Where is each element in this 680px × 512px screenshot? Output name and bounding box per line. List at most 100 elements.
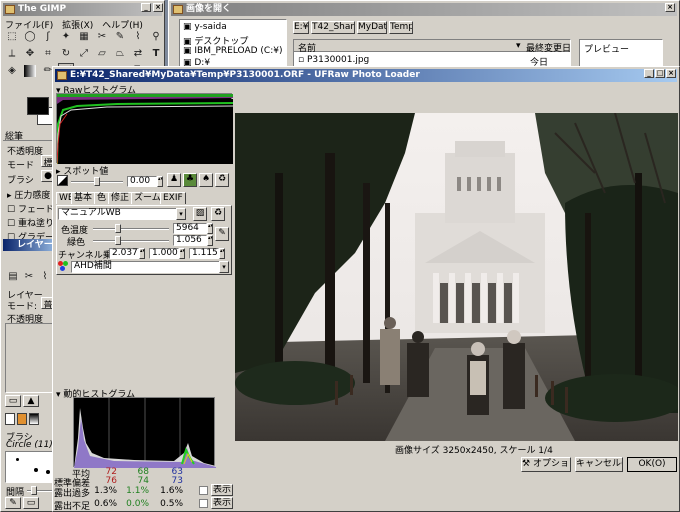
channel-green-spinner[interactable]: 1.000 <box>149 248 179 259</box>
tab-correction[interactable]: 修正 <box>108 192 133 204</box>
green-slider-knob[interactable] <box>115 236 121 245</box>
ufraw-minimize-button[interactable]: _ <box>644 69 654 78</box>
brush-dot[interactable] <box>16 458 19 461</box>
path-button-temp[interactable]: Temp <box>389 21 413 34</box>
photo-preview[interactable] <box>235 113 678 441</box>
ok-button[interactable]: OK(O) <box>627 457 677 472</box>
layers-tab-icon[interactable]: ▤ <box>5 269 21 285</box>
ufraw-maximize-button[interactable]: □ <box>655 69 665 78</box>
temperature-slider-knob[interactable] <box>115 224 121 233</box>
tab-color[interactable]: 色 <box>94 192 110 204</box>
path-button-mydata[interactable]: MyData <box>357 21 387 34</box>
blend-tool-icon[interactable] <box>24 65 36 77</box>
auto-exposure-button[interactable]: ♟ <box>167 173 181 187</box>
green-spinner[interactable]: 1.056 <box>173 235 207 246</box>
spot-wb-button[interactable]: ✎ <box>215 227 229 241</box>
curve-tool-button[interactable]: ♠ <box>199 173 213 187</box>
green-spin-arrows[interactable]: ▴▾ <box>207 235 213 246</box>
color-picker-tool-icon[interactable]: ⌇ <box>130 29 146 45</box>
options-button[interactable]: ⚒ オプション <box>521 457 571 472</box>
reset-exposure-button[interactable]: ♻ <box>215 173 229 187</box>
wb-pick-button[interactable]: ▨ <box>193 207 207 221</box>
foreground-color-swatch-front[interactable] <box>27 97 49 115</box>
color-select-tool-icon[interactable]: ▦ <box>76 29 92 45</box>
cancel-button[interactable]: キャンセル(C) <box>575 457 623 472</box>
open-dialog-close-button[interactable]: × <box>665 3 675 12</box>
channel-blue-spin-arrows[interactable]: ▴▾ <box>219 248 225 259</box>
gimp-close-button[interactable]: × <box>153 3 163 12</box>
channel-green-spin-arrows[interactable]: ▴▾ <box>179 248 185 259</box>
brush-gradient-swatch[interactable] <box>29 413 39 425</box>
exposure-spin-arrows[interactable]: ▴▾ <box>157 176 163 187</box>
measure-tool-icon[interactable]: ⟂ <box>4 46 20 62</box>
show-underexposed-checkbox[interactable] <box>199 499 208 508</box>
rect-select-tool-icon[interactable]: ⬚ <box>4 29 20 45</box>
gimp-minimize-button[interactable]: _ <box>141 3 151 12</box>
move-tool-icon[interactable]: ✥ <box>22 46 38 62</box>
rotate-tool-icon[interactable]: ↻ <box>58 46 74 62</box>
temperature-spin-arrows[interactable]: ▴▾ <box>207 223 213 234</box>
spacing-slider[interactable] <box>27 486 55 495</box>
exposure-slider[interactable] <box>71 177 123 186</box>
channels-tab-icon[interactable]: ✂ <box>21 269 37 285</box>
crop-tool-icon[interactable]: ⌗ <box>40 46 56 62</box>
scale-tool-icon[interactable]: ⤢ <box>76 46 92 62</box>
channel-red-spinner[interactable]: 2.037 <box>109 248 139 259</box>
restore-exposure-button[interactable]: ♣ <box>183 173 197 187</box>
show-overexposed-checkbox[interactable] <box>199 486 208 495</box>
green-slider[interactable] <box>93 236 169 245</box>
ufraw-title-bar[interactable]: E:¥T42_Shared¥MyData¥Temp¥P3130001.ORF -… <box>55 69 677 82</box>
text-tool-icon[interactable]: T <box>148 46 164 62</box>
scissors-tool-icon[interactable]: ✂ <box>94 29 110 45</box>
brush-grid[interactable] <box>5 451 57 483</box>
tab-basic[interactable]: 基本 <box>71 192 96 204</box>
exposure-slider-knob[interactable] <box>94 177 100 186</box>
temperature-spinner[interactable]: 5964 <box>173 223 207 234</box>
brush-dot[interactable] <box>34 468 38 472</box>
brush-bg-swatch[interactable] <box>17 413 27 425</box>
brush-dot[interactable] <box>46 470 50 474</box>
temperature-slider[interactable] <box>93 224 169 233</box>
spacing-slider-knob[interactable] <box>31 486 37 495</box>
overlap-checkbox[interactable]: ☐ 重ね塗り <box>7 216 54 229</box>
zoom-tool-icon[interactable]: ⚲ <box>148 29 164 45</box>
col-modified-header[interactable]: 最終変更日 <box>526 41 570 54</box>
pressure-expander[interactable]: ▸ 圧力感度 <box>7 188 50 201</box>
wb-reset-button[interactable]: ♻ <box>211 207 225 221</box>
path-button-e[interactable]: E:¥ <box>293 21 309 34</box>
show-overexposed-button[interactable]: 表示 <box>211 484 233 496</box>
brush-fg-swatch[interactable] <box>5 413 15 425</box>
wb-mode-dropdown[interactable]: マニュアルWB <box>58 208 184 220</box>
shear-tool-icon[interactable]: ▱ <box>94 46 110 62</box>
show-underexposed-button[interactable]: 表示 <box>211 497 233 509</box>
tab-exif[interactable]: EXIF <box>160 192 186 204</box>
fuzzy-select-tool-icon[interactable]: ✦ <box>58 29 74 45</box>
free-select-tool-icon[interactable]: ʃ <box>40 29 56 45</box>
col-name-header[interactable]: 名前 <box>298 41 316 54</box>
place-item-c-drive[interactable]: ▣ IBM_PRELOAD (C:¥) <box>183 46 282 56</box>
place-item-home[interactable]: ▣ y-saida <box>183 22 227 32</box>
file-row[interactable]: ▫ P3130001.jpg <box>298 55 369 65</box>
bucket-fill-tool-icon[interactable]: ◈ <box>4 63 20 79</box>
interpolation-dropdown-arrow[interactable]: ▾ <box>219 261 229 273</box>
edit-brush-button[interactable]: ✎ <box>5 497 21 509</box>
new-layer-button[interactable]: ▭ <box>5 395 21 407</box>
wb-mode-dropdown-arrow[interactable]: ▾ <box>176 208 186 220</box>
path-button-t42[interactable]: T42_Shared <box>311 21 355 34</box>
perspective-tool-icon[interactable]: ⏢ <box>112 46 128 62</box>
duplicate-layer-button[interactable]: ▲ <box>23 395 39 407</box>
flip-tool-icon[interactable]: ⇄ <box>130 46 146 62</box>
paths-tab-icon[interactable]: ⌇ <box>37 269 53 285</box>
gimp-title-bar[interactable]: The GIMP <box>3 3 162 16</box>
channel-blue-spinner[interactable]: 1.115 <box>189 248 219 259</box>
open-dialog-title-bar[interactable]: 画像を開く <box>171 3 677 16</box>
interpolation-dropdown[interactable]: AHD補間 <box>71 261 229 273</box>
ufraw-close-button[interactable]: × <box>666 69 676 78</box>
paths-tool-icon[interactable]: ✎ <box>112 29 128 45</box>
tab-zoom[interactable]: ズーム <box>131 192 164 204</box>
exposure-spinner[interactable]: 0.00 <box>127 176 157 187</box>
new-brush-button[interactable]: ▭ <box>23 497 39 509</box>
ellipse-select-tool-icon[interactable]: ◯ <box>22 29 38 45</box>
layer-list[interactable] <box>5 323 57 393</box>
channel-red-spin-arrows[interactable]: ▴▾ <box>139 248 145 259</box>
